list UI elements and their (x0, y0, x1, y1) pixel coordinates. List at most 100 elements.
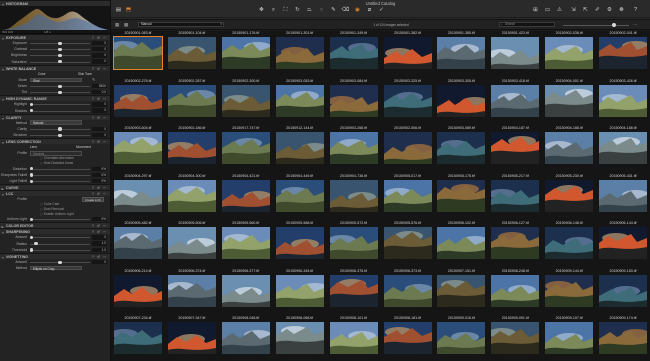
slider-track[interactable] (30, 110, 90, 112)
thumbnail-image[interactable] (491, 274, 540, 307)
slider-track[interactable] (30, 243, 90, 245)
thumbnail-image[interactable] (329, 227, 378, 259)
search-input[interactable]: ⌕ Search (499, 22, 555, 28)
slider-track[interactable] (30, 181, 90, 182)
thumbnail-image[interactable] (167, 179, 216, 212)
slider-handle[interactable] (58, 90, 62, 94)
viewer-icon[interactable]: ▭ (543, 7, 552, 14)
slider-handle[interactable] (58, 53, 62, 58)
sort-select[interactable]: Manual ▾ (138, 22, 224, 28)
thumbnail-image[interactable] (383, 322, 432, 354)
thumbnail-cell[interactable]: 20150907-347.tif · · · · · (165, 310, 219, 361)
thumbnail-image[interactable] (383, 84, 432, 117)
slider-value-field[interactable]: 0% (92, 172, 107, 178)
slider-value-field[interactable]: 0 (92, 108, 107, 113)
lens-profile-select[interactable]: Generic (30, 151, 82, 156)
loupe-icon[interactable]: ⌕ (269, 7, 278, 14)
thumbnail-image[interactable] (437, 37, 486, 69)
slider-handle[interactable] (58, 127, 62, 131)
slider-handle[interactable] (29, 102, 33, 107)
rating-stars[interactable]: · · · · · (165, 356, 219, 360)
slider-track[interactable] (30, 168, 90, 170)
slider-track[interactable] (30, 174, 90, 176)
crop-icon[interactable]: ⛶ (281, 7, 290, 14)
thumbnail-image[interactable] (167, 37, 216, 69)
thumbnail-image[interactable] (437, 322, 486, 354)
slider-handle[interactable] (29, 173, 33, 177)
slider-handle[interactable] (29, 235, 33, 240)
slider-value-field[interactable]: 0% (92, 166, 107, 171)
thumbnail-image[interactable] (545, 84, 594, 117)
thumbnail-image[interactable] (221, 37, 270, 69)
sort-icon[interactable]: ▩ (124, 22, 128, 28)
picker-tool-icon[interactable]: ✓ (377, 7, 386, 14)
thumbnail-image[interactable] (383, 274, 432, 307)
thumbnail-size-handle[interactable] (612, 22, 617, 27)
thumbnail-image[interactable] (383, 227, 432, 259)
thumbnail-image[interactable] (167, 227, 216, 259)
slider-handle[interactable] (34, 242, 38, 246)
thumbnail-image[interactable] (599, 274, 648, 307)
thumbnail-cell[interactable]: 20150909-107.tif · · · · · (542, 310, 596, 361)
thumbnail-image[interactable] (329, 84, 378, 117)
thumbnail-size-slider[interactable] (563, 24, 629, 26)
slider-value-field[interactable]: 0 (92, 53, 107, 58)
thumbnail-image[interactable] (221, 322, 270, 354)
slider-value-field[interactable]: 0 (92, 59, 107, 64)
thumbnail-image[interactable] (437, 179, 486, 212)
thumbnail-image[interactable] (437, 84, 486, 117)
thumbnail-image[interactable] (491, 227, 540, 259)
slider-handle[interactable] (29, 248, 33, 252)
wb-mode-select[interactable]: Shot (30, 77, 82, 83)
slider-value-field[interactable]: 0 (92, 47, 107, 52)
thumbnail-image[interactable] (491, 37, 540, 69)
rating-stars[interactable]: · · · · · (381, 356, 435, 360)
slider-track[interactable] (30, 104, 90, 106)
thumbnail-cell[interactable]: 20150909-174.tif · · · · · (596, 310, 650, 361)
clarity-method-select[interactable]: Natural (30, 120, 82, 125)
slider-value-field[interactable]: 0% (92, 178, 107, 184)
process-icon[interactable]: ⚙ (605, 7, 614, 14)
help-icon[interactable]: ? (631, 7, 640, 14)
rating-stars[interactable]: · · · · · (327, 356, 381, 360)
rating-stars[interactable]: · · · · · (488, 356, 542, 360)
record-icon[interactable]: ◉ (353, 7, 362, 14)
slider-handle[interactable] (58, 47, 62, 51)
thumbnail-image[interactable] (545, 37, 594, 69)
gradient-icon[interactable]: ⧄ (365, 7, 374, 14)
eyedropper-icon[interactable]: ✐ (593, 7, 602, 14)
thumbnail-image[interactable] (329, 274, 378, 307)
thumbnail-image[interactable] (545, 227, 594, 259)
thumbnail-image[interactable] (599, 132, 648, 164)
thumbnail-image[interactable] (275, 37, 324, 69)
thumbnail-cell[interactable]: 20150908-101.tif · · · · · (327, 310, 381, 361)
slider-track[interactable] (30, 219, 90, 221)
thumbnail-image[interactable] (113, 36, 163, 70)
thumbnail-image[interactable] (114, 322, 162, 354)
thumbnail-image[interactable] (599, 37, 648, 69)
grid-view-icon[interactable]: ⊞ (531, 7, 540, 14)
thumbnail-image[interactable] (167, 84, 216, 117)
rating-stars[interactable]: · · · · · (542, 356, 596, 360)
thumbnail-image[interactable] (599, 322, 648, 354)
eraser-icon[interactable]: ⌫ (341, 7, 350, 14)
spot-removal-icon[interactable]: ◌ (317, 7, 326, 14)
rating-stars[interactable]: · · · · · (273, 356, 327, 360)
thumbnail-image[interactable] (275, 274, 324, 307)
thumbnail-image[interactable] (221, 132, 270, 164)
thumbnail-image[interactable] (275, 322, 324, 354)
slider-handle[interactable] (58, 84, 62, 88)
import-icon[interactable]: ⬒ (124, 7, 133, 14)
slider-value-field[interactable]: 5500 (92, 83, 107, 89)
thumbnail-cell[interactable]: 20150909-016.tif · · · · · (434, 310, 488, 361)
create-lcc-button[interactable]: Create LCC (82, 196, 104, 202)
thumbnail-image[interactable] (491, 132, 540, 164)
thumbnail-image[interactable] (275, 132, 324, 164)
slider-handle[interactable] (29, 109, 33, 113)
slider-handle[interactable] (29, 217, 33, 221)
thumbnail-image[interactable] (275, 227, 324, 259)
thumbnail-image[interactable] (275, 179, 324, 212)
thumbnail-image[interactable] (167, 274, 216, 307)
thumbnail-cell[interactable]: 20150908-048.tif · · · · · (219, 310, 273, 361)
thumbnail-image[interactable] (329, 322, 378, 354)
